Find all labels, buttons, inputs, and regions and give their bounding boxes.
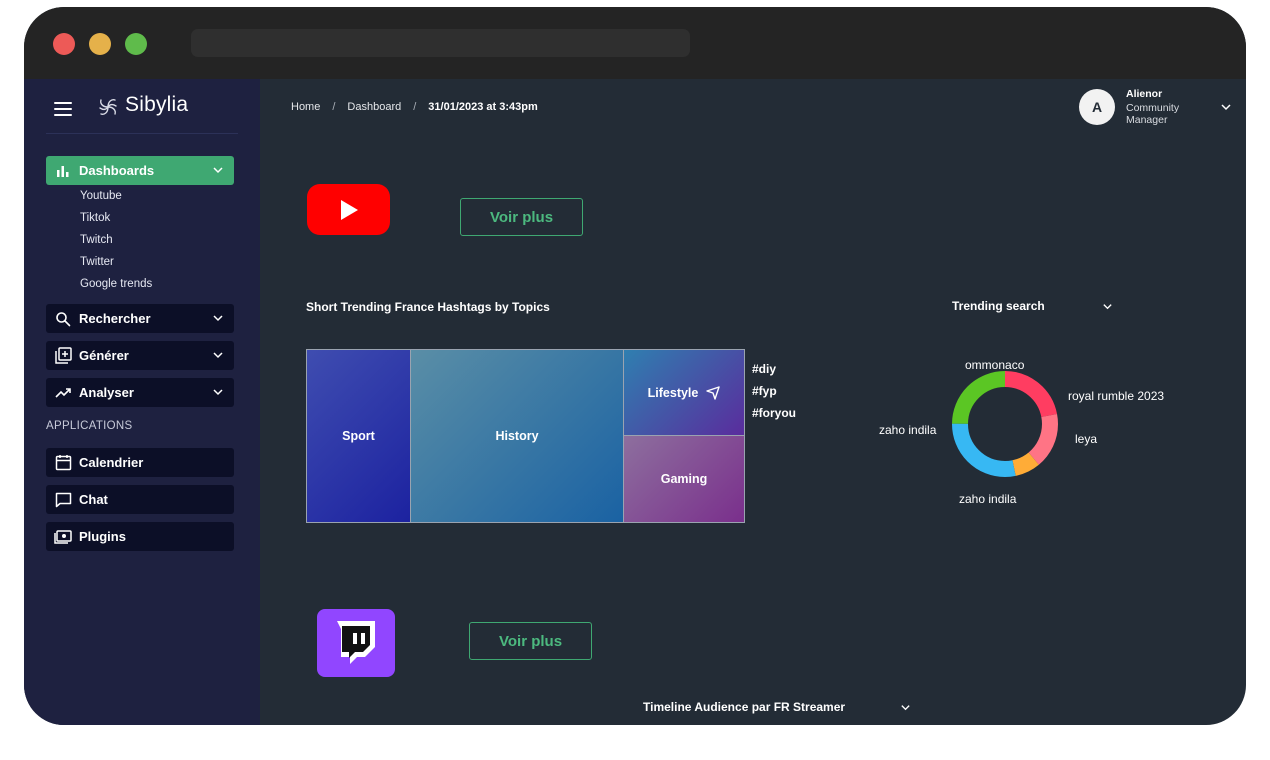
app-window: Sibylia Dashboards Youtube Tiktok Twitch… — [24, 7, 1246, 725]
sidebar-divider — [46, 133, 238, 134]
tile-label: Lifestyle — [647, 386, 699, 400]
hashtag-item[interactable]: #diy — [752, 358, 796, 380]
submenu-item-youtube[interactable]: Youtube — [80, 185, 152, 207]
twitch-glyph-icon — [337, 621, 375, 664]
chevron-down-icon — [213, 352, 223, 359]
youtube-logo — [307, 184, 390, 235]
submenu-item-twitter[interactable]: Twitter — [80, 251, 152, 273]
submenu-item-twitch[interactable]: Twitch — [80, 229, 152, 251]
app-name: Sibylia — [125, 93, 189, 116]
breadcrumb-home[interactable]: Home — [291, 101, 320, 113]
treemap-tile-gaming[interactable]: Gaming — [623, 435, 745, 523]
cursor-icon — [706, 386, 721, 400]
timeline-audience-title: Timeline Audience par FR Streamer — [643, 700, 846, 714]
sidebar-item-label: Analyser — [79, 385, 134, 400]
plugin-icon — [54, 528, 72, 546]
twitch-logo — [317, 609, 395, 677]
breadcrumb-separator: / — [332, 101, 336, 113]
donut-label: royal rumble 2023 — [1068, 389, 1165, 403]
minimize-window-button[interactable] — [89, 33, 111, 55]
calendar-icon — [54, 454, 72, 472]
avatar[interactable]: A — [1079, 89, 1115, 125]
chevron-down-icon[interactable] — [900, 702, 911, 713]
youtube-voir-plus-button[interactable]: Voir plus — [460, 198, 583, 236]
sidebar-item-label: Générer — [79, 348, 129, 363]
user-role: Community Manager — [1126, 102, 1180, 126]
chevron-down-icon — [213, 315, 223, 322]
submenu-item-google-trends[interactable]: Google trends — [80, 273, 152, 295]
sidebar-item-chat[interactable]: Chat — [46, 485, 234, 514]
search-icon — [54, 310, 72, 328]
donut-label: ommonaco — [965, 358, 1025, 372]
treemap-title: Short Trending France Hashtags by Topics — [306, 300, 550, 314]
user-name: Alienor — [1126, 88, 1163, 100]
sidebar-item-analyser[interactable]: Analyser — [46, 378, 234, 407]
sidebar-item-label: Plugins — [79, 529, 126, 544]
sidebar-item-label: Calendrier — [79, 455, 144, 470]
donut-label: zaho indila — [959, 492, 1017, 506]
breadcrumb: Home / Dashboard / 31/01/2023 at 3:43pm — [291, 101, 538, 113]
hashtag-item[interactable]: #fyp — [752, 380, 796, 402]
sidebar-item-label: Rechercher — [79, 311, 151, 326]
hashtag-treemap: Sport History Lifestyle Gaming — [306, 349, 745, 523]
browser-titlebar — [24, 7, 1246, 79]
donut-label: leya — [1075, 432, 1098, 446]
sidebar-item-rechercher[interactable]: Rechercher — [46, 304, 234, 333]
maximize-window-button[interactable] — [125, 33, 147, 55]
treemap-tile-history[interactable]: History — [410, 349, 624, 523]
chevron-down-icon — [213, 389, 223, 396]
chevron-down-icon[interactable] — [1102, 301, 1113, 312]
close-window-button[interactable] — [53, 33, 75, 55]
sidebar-item-label: Dashboards — [79, 163, 155, 178]
trending-search-title: Trending search — [952, 299, 1045, 313]
address-bar[interactable] — [191, 29, 690, 57]
add-library-icon — [54, 347, 72, 365]
logo-icon — [99, 99, 117, 115]
sidebar-item-calendrier[interactable]: Calendrier — [46, 448, 234, 477]
breadcrumb-current: 31/01/2023 at 3:43pm — [428, 101, 538, 113]
treemap-tile-sport[interactable]: Sport — [306, 349, 411, 523]
applications-label: APPLICATIONS — [46, 420, 133, 432]
trending-donut-chart — [952, 371, 1058, 477]
sidebar-item-plugins[interactable]: Plugins — [46, 522, 234, 551]
sidebar-item-label: Chat — [79, 492, 108, 507]
play-icon — [340, 199, 358, 220]
treemap-tile-lifestyle[interactable]: Lifestyle — [623, 349, 745, 437]
chevron-down-icon — [213, 167, 223, 174]
donut-label: zaho indila — [879, 423, 937, 437]
dashboards-submenu: Youtube Tiktok Twitch Twitter Google tre… — [80, 185, 152, 295]
submenu-item-tiktok[interactable]: Tiktok — [80, 207, 152, 229]
sidebar: Sibylia Dashboards Youtube Tiktok Twitch… — [24, 79, 260, 725]
breadcrumb-separator: / — [413, 101, 417, 113]
trending-up-icon — [54, 384, 72, 402]
hashtag-item[interactable]: #foryou — [752, 402, 796, 424]
breadcrumb-dashboard[interactable]: Dashboard — [347, 101, 401, 113]
main-content: Home / Dashboard / 31/01/2023 at 3:43pm … — [260, 79, 1246, 725]
chevron-down-icon[interactable] — [1220, 101, 1232, 113]
bar-chart-icon — [54, 162, 72, 180]
twitch-voir-plus-button[interactable]: Voir plus — [469, 622, 592, 660]
hashtag-list: #diy #fyp #foryou — [752, 358, 796, 424]
sidebar-item-dashboards[interactable]: Dashboards — [46, 156, 234, 185]
sidebar-item-generer[interactable]: Générer — [46, 341, 234, 370]
chat-icon — [54, 491, 72, 509]
menu-icon[interactable] — [54, 102, 72, 116]
